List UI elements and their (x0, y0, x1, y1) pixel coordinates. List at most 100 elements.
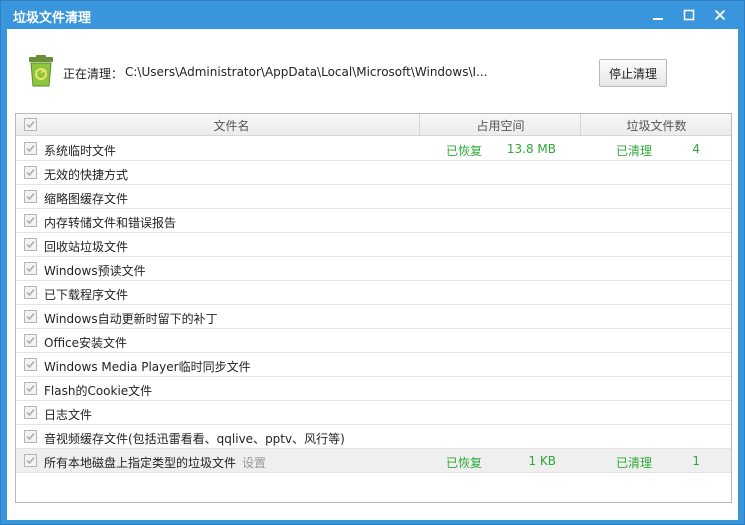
item-name-text: Windows自动更新时留下的补丁 (44, 312, 218, 326)
maximize-button[interactable] (675, 5, 703, 25)
occupied-space: 13.8 MB (506, 142, 556, 156)
check-icon (26, 457, 35, 465)
item-name: Windows Media Player临时同步文件 (44, 358, 251, 375)
list-item[interactable]: Flash的Cookie文件 (16, 377, 731, 401)
list-item[interactable]: 日志文件 (16, 401, 731, 425)
item-name-text: 缩略图缓存文件 (44, 192, 129, 206)
item-checkbox[interactable] (24, 142, 37, 155)
column-header-name[interactable]: 文件名 (44, 114, 420, 136)
item-checkbox[interactable] (24, 262, 37, 275)
item-name: 日志文件 (44, 406, 92, 423)
close-icon (714, 9, 726, 21)
restored-status: 已恢复 (446, 456, 483, 470)
occupied-space: 1 KB (528, 454, 556, 468)
item-checkbox[interactable] (24, 454, 37, 467)
stop-cleanup-button[interactable]: 停止清理 (599, 59, 667, 87)
minimize-icon (653, 18, 663, 20)
item-checkbox[interactable] (24, 190, 37, 203)
item-name-text: Windows Media Player临时同步文件 (44, 360, 251, 374)
item-name: 所有本地磁盘上指定类型的垃圾文件 设置 (44, 454, 266, 471)
list-rows: 系统临时文件 已恢复 13.8 MB 已清理 4 无效的快捷方式 缩略图缓存文件 内存转储文件… (16, 137, 731, 473)
cleaned-status: 已清理 (616, 456, 653, 470)
window-title: 垃圾文件清理 (13, 11, 92, 26)
item-checkbox[interactable] (24, 286, 37, 299)
item-name-text: 日志文件 (44, 408, 93, 422)
item-checkbox[interactable] (24, 214, 37, 227)
column-header-space[interactable]: 占用空间 (421, 114, 581, 136)
list-item[interactable]: Windows预读文件 (16, 257, 731, 281)
item-name: 系统临时文件 (44, 142, 116, 159)
check-icon (26, 217, 35, 225)
list-item[interactable]: 音视频缓存文件(包括迅雷看看、qqlive、pptv、风行等) (16, 425, 731, 449)
check-icon (26, 241, 35, 249)
list-item[interactable]: 所有本地磁盘上指定类型的垃圾文件 设置 已恢复 1 KB 已清理 1 (16, 449, 731, 473)
settings-link[interactable]: 设置 (242, 456, 266, 470)
list-item[interactable]: 回收站垃圾文件 (16, 233, 731, 257)
check-icon (26, 337, 35, 345)
status-label: 正在清理： (63, 67, 124, 81)
check-icon (26, 289, 35, 297)
list-item[interactable]: Windows Media Player临时同步文件 (16, 353, 731, 377)
check-icon (26, 169, 35, 177)
check-icon (26, 193, 35, 201)
item-name: 音视频缓存文件(包括迅雷看看、qqlive、pptv、风行等) (44, 430, 345, 447)
item-name: Windows预读文件 (44, 262, 146, 279)
check-icon (26, 433, 35, 441)
item-name-text: 回收站垃圾文件 (44, 240, 129, 254)
select-all-checkbox[interactable] (24, 118, 37, 131)
item-name-text: 音视频缓存文件(包括迅雷看看、qqlive、pptv、风行等) (44, 432, 345, 446)
check-icon (26, 145, 35, 153)
item-checkbox[interactable] (24, 382, 37, 395)
recycle-bin-icon (29, 55, 53, 87)
check-icon (26, 265, 35, 273)
restored-status: 已恢复 (446, 144, 483, 158)
maximize-icon (683, 9, 695, 21)
close-button[interactable] (706, 5, 734, 25)
check-icon (26, 313, 35, 321)
item-name: 已下载程序文件 (44, 286, 128, 303)
check-icon (26, 385, 35, 393)
list-item[interactable]: Office安装文件 (16, 329, 731, 353)
list-item[interactable]: 无效的快捷方式 (16, 161, 731, 185)
item-checkbox[interactable] (24, 166, 37, 179)
item-checkbox[interactable] (24, 406, 37, 419)
item-name: Windows自动更新时留下的补丁 (44, 310, 218, 327)
item-checkbox[interactable] (24, 310, 37, 323)
cleaned-status: 已清理 (616, 144, 653, 158)
item-name-text: 无效的快捷方式 (44, 168, 129, 182)
item-name: 内存转储文件和错误报告 (44, 214, 176, 231)
check-icon (26, 409, 35, 417)
minimize-button[interactable] (644, 5, 672, 25)
column-header-count[interactable]: 垃圾文件数 (582, 114, 731, 136)
item-name-text: Windows预读文件 (44, 264, 146, 278)
list-item[interactable]: 内存转储文件和错误报告 (16, 209, 731, 233)
current-path: C:\Users\Administrator\AppData\Local\Mic… (125, 65, 488, 79)
list-item[interactable]: 系统临时文件 已恢复 13.8 MB 已清理 4 (16, 137, 731, 161)
status-area: 正在清理： C:\Users\Administrator\AppData\Loc… (7, 29, 738, 111)
item-name: 回收站垃圾文件 (44, 238, 128, 255)
title-bar[interactable]: 垃圾文件清理 (1, 1, 744, 29)
item-name-text: 已下载程序文件 (44, 288, 129, 302)
item-checkbox[interactable] (24, 430, 37, 443)
list-header: 文件名 占用空间 垃圾文件数 (16, 114, 731, 136)
item-name: Flash的Cookie文件 (44, 382, 152, 399)
item-name: Office安装文件 (44, 334, 127, 351)
list-item[interactable]: Windows自动更新时留下的补丁 (16, 305, 731, 329)
check-icon (26, 361, 35, 369)
item-name-text: 所有本地磁盘上指定类型的垃圾文件 (44, 456, 237, 470)
item-name-text: Flash的Cookie文件 (44, 384, 153, 398)
list-item[interactable]: 缩略图缓存文件 (16, 185, 731, 209)
item-checkbox[interactable] (24, 334, 37, 347)
check-icon (26, 121, 35, 129)
list-item[interactable]: 已下载程序文件 (16, 281, 731, 305)
item-name: 无效的快捷方式 (44, 166, 128, 183)
junk-file-count: 4 (692, 142, 700, 156)
item-checkbox[interactable] (24, 238, 37, 251)
cleanup-window: 垃圾文件清理 正在清理： C:\Users\Administrator\AppD… (0, 0, 745, 525)
item-checkbox[interactable] (24, 358, 37, 371)
item-name-text: Office安装文件 (44, 336, 128, 350)
item-name-text: 系统临时文件 (44, 144, 117, 158)
client-area: 正在清理： C:\Users\Administrator\AppData\Loc… (7, 29, 738, 520)
junk-file-count: 1 (692, 454, 700, 468)
item-name: 缩略图缓存文件 (44, 190, 128, 207)
